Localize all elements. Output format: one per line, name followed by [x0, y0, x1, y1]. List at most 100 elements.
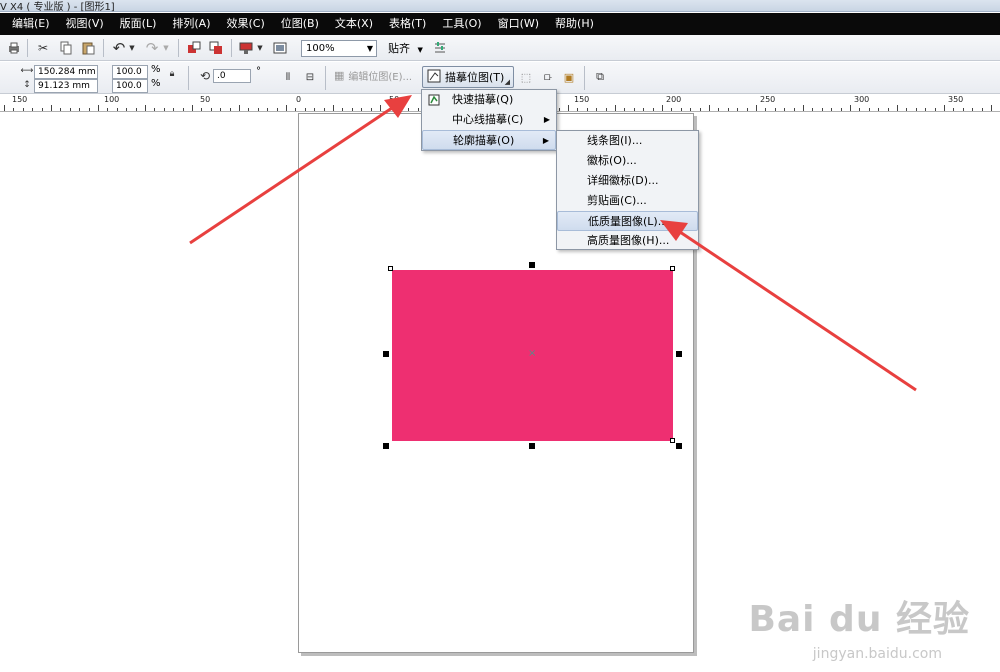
- menu-item-centerline-trace[interactable]: 中心线描摹(C) ▶: [422, 110, 556, 130]
- ruler-tick: [652, 108, 654, 111]
- application-launcher-icon[interactable]: [238, 40, 254, 56]
- rotation-angle-field[interactable]: .0: [213, 69, 251, 83]
- ruler-tick: [145, 105, 146, 111]
- ruler-tick: [568, 105, 569, 111]
- mirror-horizontal-icon[interactable]: ⫴: [280, 69, 296, 85]
- mirror-vertical-icon[interactable]: ⊟: [302, 69, 318, 85]
- ruler-tick: [850, 105, 851, 111]
- undo-dropdown-icon[interactable]: ▼: [128, 41, 136, 55]
- wrap-text-icon[interactable]: ⧉: [592, 69, 608, 85]
- center-mark-icon: ×: [528, 348, 537, 359]
- ruler-tick: [417, 108, 419, 111]
- menu-help[interactable]: 帮助(H): [547, 13, 602, 35]
- baidu-watermark-url: jingyan.baidu.com: [812, 646, 942, 662]
- menu-item-clipart[interactable]: 剪贴画(C)...: [557, 191, 698, 211]
- menu-item-detailed-logo[interactable]: 详细徽标(D)...: [557, 171, 698, 191]
- menu-item-high-quality-image[interactable]: 高质量图像(H)...: [557, 231, 698, 251]
- ruler-tick: [615, 105, 616, 111]
- print-icon[interactable]: [6, 40, 22, 56]
- corner-handle[interactable]: [388, 266, 393, 271]
- menu-item-label: 中心线描摹(C): [452, 113, 524, 126]
- menu-item-line-art[interactable]: 线条图(I)...: [557, 131, 698, 151]
- ruler-tick: [953, 108, 955, 111]
- ruler-tick: [370, 108, 372, 111]
- ruler-tick: [981, 108, 983, 111]
- zoom-level-select[interactable]: 100% ▼: [301, 40, 377, 57]
- toolbar-separator: [325, 66, 326, 90]
- corner-handle[interactable]: [670, 266, 675, 271]
- menu-item-outline-trace[interactable]: 轮廓描摹(O) ▶: [422, 130, 556, 150]
- export-icon[interactable]: [208, 40, 224, 56]
- resample-icon[interactable]: ⟥: [540, 69, 556, 85]
- corner-handle[interactable]: [670, 438, 675, 443]
- corner-handle[interactable]: [676, 443, 682, 449]
- ruler-tick: [267, 108, 269, 111]
- redo-icon[interactable]: ↷: [143, 39, 161, 57]
- object-height-field[interactable]: 91.123 mm: [34, 79, 98, 93]
- ruler-tick: [709, 105, 710, 111]
- crop-bitmap-icon[interactable]: ⬚: [518, 69, 534, 85]
- cut-icon[interactable]: ✂: [35, 40, 51, 56]
- ruler-tick: [286, 105, 287, 111]
- edge-handle[interactable]: [529, 443, 535, 449]
- edge-handle[interactable]: [383, 351, 389, 357]
- toolbar-separator: [188, 66, 189, 90]
- ruler-tick: [774, 108, 776, 111]
- menu-bitmaps[interactable]: 位图(B): [273, 13, 327, 35]
- ruler-tick: [812, 108, 814, 111]
- toolbar-separator: [231, 39, 232, 57]
- ruler-tick: [897, 105, 898, 111]
- ruler-tick: [60, 108, 62, 111]
- menu-item-low-quality-image[interactable]: 低质量图像(L)...: [557, 211, 698, 231]
- ruler-label: 150: [12, 95, 28, 104]
- scale-x-field[interactable]: 100.0: [112, 65, 148, 79]
- ruler-tick: [746, 108, 748, 111]
- edge-handle[interactable]: [676, 351, 682, 357]
- trace-bitmap-button[interactable]: 描摹位图(T) ◢: [422, 66, 514, 88]
- menu-window[interactable]: 窗口(W): [490, 13, 547, 35]
- ruler-label: 50: [389, 95, 400, 104]
- ruler-tick: [868, 108, 870, 111]
- launcher-dropdown-icon[interactable]: ▼: [256, 41, 264, 55]
- object-width-field[interactable]: 150.284 mm: [34, 65, 98, 79]
- menu-item-logo[interactable]: 徽标(O)...: [557, 151, 698, 171]
- ruler-tick: [633, 108, 635, 111]
- welcome-screen-icon[interactable]: [272, 40, 288, 56]
- width-icon: ⟷: [20, 66, 34, 76]
- ruler-tick: [624, 108, 626, 111]
- menu-edit[interactable]: 编辑(E): [4, 13, 58, 35]
- snap-to-button[interactable]: 贴齐 ▼: [388, 40, 423, 57]
- import-icon[interactable]: [186, 40, 202, 56]
- menu-view[interactable]: 视图(V): [58, 13, 112, 35]
- ruler-label: 250: [760, 95, 776, 104]
- redo-dropdown-icon[interactable]: ▼: [162, 41, 170, 55]
- edge-handle[interactable]: [529, 262, 535, 268]
- ruler-tick: [304, 108, 306, 111]
- outline-trace-submenu: 线条图(I)... 徽标(O)... 详细徽标(D)... 剪贴画(C)... …: [556, 130, 699, 250]
- ruler-tick: [944, 105, 945, 111]
- menu-text[interactable]: 文本(X): [327, 13, 381, 35]
- menu-item-label: 轮廓描摹(O): [453, 134, 515, 147]
- percent-label-x: %: [151, 64, 161, 75]
- options-icon[interactable]: [432, 40, 448, 56]
- copy-icon[interactable]: [58, 40, 74, 56]
- undo-icon[interactable]: ↶: [110, 39, 128, 57]
- scale-y-field[interactable]: 100.0: [112, 79, 148, 93]
- ruler-tick: [98, 105, 99, 111]
- menu-item-quick-trace[interactable]: 快速描摹(Q): [422, 90, 556, 110]
- corner-handle[interactable]: [383, 443, 389, 449]
- menu-tools[interactable]: 工具(O): [434, 13, 489, 35]
- bitmap-color-mask-icon[interactable]: ▣: [561, 69, 577, 85]
- menu-effects[interactable]: 效果(C): [218, 13, 272, 35]
- menu-table[interactable]: 表格(T): [381, 13, 434, 35]
- ruler-tick: [906, 108, 908, 111]
- menu-arrange[interactable]: 排列(A): [164, 13, 218, 35]
- ruler-tick: [962, 108, 964, 111]
- ruler-tick: [831, 108, 833, 111]
- ruler-label: 150: [574, 95, 590, 104]
- paste-icon[interactable]: [80, 40, 96, 56]
- edit-bitmap-button[interactable]: ▦ 编辑位图(E)...: [334, 68, 412, 83]
- menu-layout[interactable]: 版面(L): [112, 13, 165, 35]
- lock-ratio-icon[interactable]: 🔒︎: [166, 68, 178, 80]
- ruler-tick: [586, 108, 588, 111]
